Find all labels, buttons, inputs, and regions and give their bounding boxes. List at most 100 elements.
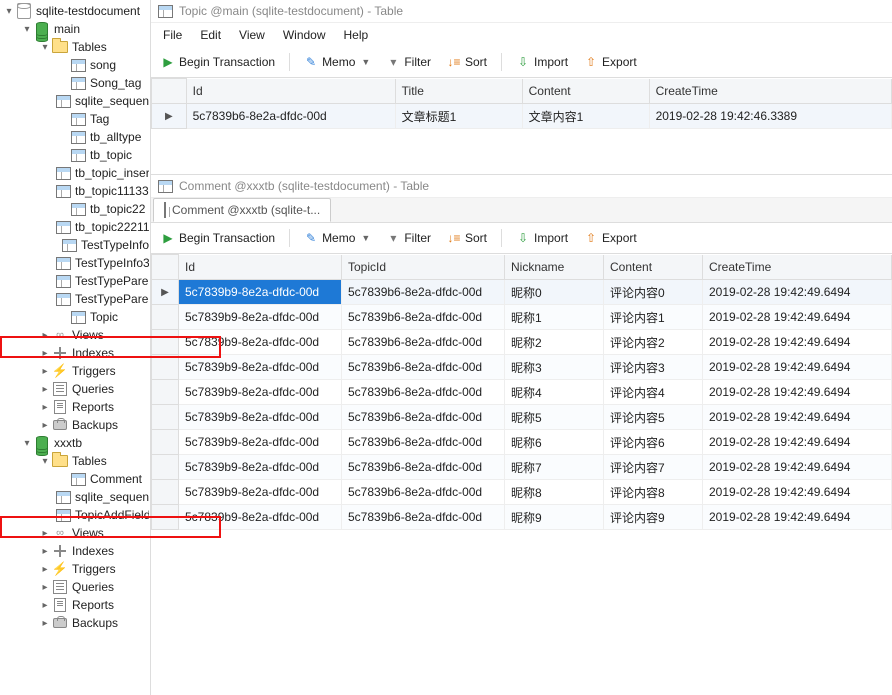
tree-table-item[interactable]: TestTypeInfo333: [0, 254, 149, 272]
cell[interactable]: 5c7839b6-8e2a-dfdc-00d: [186, 104, 395, 129]
table-row[interactable]: 5c7839b9-8e2a-dfdc-00d5c7839b6-8e2a-dfdc…: [152, 480, 892, 505]
cell[interactable]: 5c7839b6-8e2a-dfdc-00d: [342, 480, 505, 505]
cell[interactable]: 2019-02-28 19:42:49.6494: [703, 480, 892, 505]
cell[interactable]: 5c7839b9-8e2a-dfdc-00d: [179, 455, 342, 480]
column-header[interactable]: TopicId: [342, 255, 505, 280]
cell[interactable]: 文章标题1: [395, 104, 522, 129]
chevron-down-icon[interactable]: ▾: [38, 456, 52, 467]
chevron-right-icon[interactable]: ▸: [38, 330, 52, 341]
tab-bar[interactable]: Comment @xxxtb (sqlite-t...: [151, 198, 892, 223]
chevron-down-icon[interactable]: ▼: [361, 57, 370, 67]
tree-table-item[interactable]: Topic: [0, 308, 149, 326]
cell[interactable]: 5c7839b6-8e2a-dfdc-00d: [342, 280, 505, 305]
cell[interactable]: 评论内容7: [604, 455, 703, 480]
table-row[interactable]: 5c7839b9-8e2a-dfdc-00d5c7839b6-8e2a-dfdc…: [152, 430, 892, 455]
chevron-down-icon[interactable]: ▾: [20, 24, 34, 35]
sort-button[interactable]: ↓≡Sort: [441, 53, 493, 71]
cell[interactable]: 昵称4: [505, 380, 604, 405]
cell[interactable]: 2019-02-28 19:42:49.6494: [703, 505, 892, 530]
cell[interactable]: 2019-02-28 19:42:49.6494: [703, 430, 892, 455]
cell[interactable]: 2019-02-28 19:42:49.6494: [703, 280, 892, 305]
tree-table-item[interactable]: tb_alltype: [0, 128, 149, 146]
chevron-down-icon[interactable]: ▼: [361, 233, 370, 243]
data-grid-comment[interactable]: IdTopicIdNicknameContentCreateTime ▶5c78…: [151, 254, 892, 530]
table-row[interactable]: 5c7839b9-8e2a-dfdc-00d5c7839b6-8e2a-dfdc…: [152, 405, 892, 430]
tree-folder-tables[interactable]: ▾ Tables: [0, 38, 149, 56]
cell[interactable]: 昵称7: [505, 455, 604, 480]
tree-section-triggers[interactable]: ▸⚡Triggers: [0, 362, 149, 380]
import-button[interactable]: ⇩Import: [510, 53, 574, 71]
cell[interactable]: 昵称1: [505, 305, 604, 330]
tree-table-item[interactable]: TestTypeParentInfo: [0, 272, 149, 290]
cell[interactable]: 评论内容0: [604, 280, 703, 305]
tree-section-indexes[interactable]: ▸Indexes: [0, 542, 149, 560]
cell[interactable]: 2019-02-28 19:42:46.3389: [649, 104, 891, 129]
tree-table-item[interactable]: sqlite_sequence: [0, 92, 149, 110]
cell[interactable]: 评论内容6: [604, 430, 703, 455]
cell[interactable]: 5c7839b9-8e2a-dfdc-00d: [179, 355, 342, 380]
tree-table-item[interactable]: Tag: [0, 110, 149, 128]
tree-section-queries[interactable]: ▸Queries: [0, 380, 149, 398]
cell[interactable]: 5c7839b6-8e2a-dfdc-00d: [342, 505, 505, 530]
menubar[interactable]: File Edit View Window Help: [151, 23, 892, 47]
row-indicator[interactable]: [152, 330, 179, 355]
menu-edit[interactable]: Edit: [192, 26, 229, 44]
cell[interactable]: 昵称6: [505, 430, 604, 455]
row-indicator[interactable]: [152, 305, 179, 330]
cell[interactable]: 5c7839b9-8e2a-dfdc-00d: [179, 280, 342, 305]
chevron-right-icon[interactable]: ▸: [38, 546, 52, 557]
table-row[interactable]: 5c7839b9-8e2a-dfdc-00d5c7839b6-8e2a-dfdc…: [152, 380, 892, 405]
filter-button[interactable]: ▾Filter: [380, 229, 437, 247]
sort-button[interactable]: ↓≡Sort: [441, 229, 493, 247]
tree-section-reports[interactable]: ▸Reports: [0, 596, 149, 614]
cell[interactable]: 5c7839b9-8e2a-dfdc-00d: [179, 305, 342, 330]
export-button[interactable]: ⇧Export: [578, 53, 643, 71]
cell[interactable]: 5c7839b6-8e2a-dfdc-00d: [342, 430, 505, 455]
cell[interactable]: 昵称2: [505, 330, 604, 355]
cell[interactable]: 评论内容1: [604, 305, 703, 330]
begin-transaction-button[interactable]: ▶Begin Transaction: [155, 229, 281, 247]
chevron-right-icon[interactable]: ▸: [38, 528, 52, 539]
begin-transaction-button[interactable]: ▶Begin Transaction: [155, 53, 281, 71]
column-header[interactable]: Title: [395, 79, 522, 104]
menu-view[interactable]: View: [231, 26, 273, 44]
tree-section-queries[interactable]: ▸Queries: [0, 578, 149, 596]
tree-section-reports[interactable]: ▸Reports: [0, 398, 149, 416]
filter-button[interactable]: ▾Filter: [380, 53, 437, 71]
row-indicator[interactable]: [152, 505, 179, 530]
row-indicator[interactable]: [152, 405, 179, 430]
column-header[interactable]: Id: [179, 255, 342, 280]
row-indicator[interactable]: [152, 455, 179, 480]
tree-table-item[interactable]: TopicAddField: [0, 506, 149, 524]
column-header[interactable]: Nickname: [505, 255, 604, 280]
column-header[interactable]: CreateTime: [703, 255, 892, 280]
data-grid-topic[interactable]: IdTitleContentCreateTime ▶5c7839b6-8e2a-…: [151, 78, 892, 129]
column-header[interactable]: Content: [522, 79, 649, 104]
cell[interactable]: 5c7839b9-8e2a-dfdc-00d: [179, 430, 342, 455]
tree-folder-tables[interactable]: ▾ Tables: [0, 452, 149, 470]
tree-table-item[interactable]: TestTypeParentInfo2312: [0, 290, 149, 308]
row-indicator[interactable]: [152, 430, 179, 455]
cell[interactable]: 2019-02-28 19:42:49.6494: [703, 455, 892, 480]
table-row[interactable]: 5c7839b9-8e2a-dfdc-00d5c7839b6-8e2a-dfdc…: [152, 455, 892, 480]
cell[interactable]: 昵称8: [505, 480, 604, 505]
tab-comment[interactable]: Comment @xxxtb (sqlite-t...: [153, 198, 331, 222]
table-row[interactable]: 5c7839b9-8e2a-dfdc-00d5c7839b6-8e2a-dfdc…: [152, 505, 892, 530]
cell[interactable]: 5c7839b6-8e2a-dfdc-00d: [342, 380, 505, 405]
tree-table-item[interactable]: tb_topic22: [0, 200, 149, 218]
db-tree[interactable]: ▾ sqlite-testdocument ▾ main ▾ Tables so…: [0, 0, 149, 632]
tree-section-backups[interactable]: ▸Backups: [0, 614, 149, 632]
chevron-right-icon[interactable]: ▸: [38, 402, 52, 413]
cell[interactable]: 评论内容3: [604, 355, 703, 380]
cell[interactable]: 文章内容1: [522, 104, 649, 129]
column-header[interactable]: Id: [186, 79, 395, 104]
chevron-right-icon[interactable]: ▸: [38, 564, 52, 575]
cell[interactable]: 2019-02-28 19:42:49.6494: [703, 330, 892, 355]
tree-section-views[interactable]: ▸∞Views: [0, 524, 149, 542]
chevron-right-icon[interactable]: ▸: [38, 600, 52, 611]
tree-table-item[interactable]: Song_tag: [0, 74, 149, 92]
tree-db-xxxtb[interactable]: ▾ xxxtb: [0, 434, 149, 452]
tree-section-indexes[interactable]: ▸Indexes: [0, 344, 149, 362]
cell[interactable]: 5c7839b6-8e2a-dfdc-00d: [342, 405, 505, 430]
cell[interactable]: 5c7839b6-8e2a-dfdc-00d: [342, 455, 505, 480]
